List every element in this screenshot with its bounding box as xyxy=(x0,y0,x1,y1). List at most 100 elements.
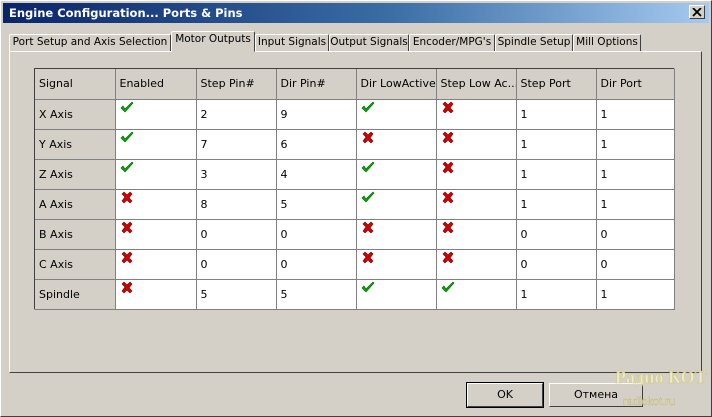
dir-port-cell[interactable]: 1 xyxy=(596,279,675,310)
step-port-cell[interactable]: 0 xyxy=(516,219,597,250)
enabled-cell[interactable] xyxy=(115,189,197,220)
enabled-cell[interactable] xyxy=(115,99,197,130)
green-check-icon xyxy=(120,101,133,112)
dir-low-active-cell[interactable] xyxy=(356,99,437,130)
table-row: C Axis 0 0 0 0 xyxy=(35,249,675,280)
red-cross-icon xyxy=(362,251,373,263)
step-port-cell[interactable]: 1 xyxy=(516,99,597,130)
step-low-active-cell[interactable] xyxy=(436,99,517,130)
dir-low-active-cell[interactable] xyxy=(356,279,437,310)
tab-label: Encoder/MPG's xyxy=(412,36,492,48)
row-signal-cell[interactable]: A Axis xyxy=(35,189,116,220)
step-low-active-cell[interactable] xyxy=(436,159,517,190)
step-pin-cell[interactable]: 2 xyxy=(196,99,277,130)
step-port-cell[interactable]: 0 xyxy=(516,249,597,280)
step-port-cell[interactable]: 1 xyxy=(516,159,597,190)
red-cross-icon xyxy=(121,251,132,263)
dir-pin-cell[interactable]: 9 xyxy=(276,99,357,130)
table-row: Y Axis 7 6 1 1 xyxy=(35,129,675,160)
dir-low-active-cell[interactable] xyxy=(356,189,437,220)
table-row: X Axis 2 9 1 1 xyxy=(35,99,675,130)
step-pin-cell[interactable]: 8 xyxy=(196,189,277,220)
dir-pin-cell[interactable]: 4 xyxy=(276,159,357,190)
row-signal-cell[interactable]: Z Axis xyxy=(35,159,116,190)
close-icon xyxy=(692,8,702,17)
dir-low-active-cell[interactable] xyxy=(356,249,437,280)
row-signal-cell[interactable]: Spindle xyxy=(35,279,116,310)
enabled-cell[interactable] xyxy=(115,129,197,160)
dir-port-cell[interactable]: 1 xyxy=(596,159,675,190)
dir-low-active-cell[interactable] xyxy=(356,219,437,250)
row-signal-cell[interactable]: X Axis xyxy=(35,99,116,130)
enabled-cell[interactable] xyxy=(115,249,197,280)
dir-pin-cell[interactable]: 0 xyxy=(276,219,357,250)
table-header-row: Signal Enabled Step Pin# Dir Pin# Dir Lo… xyxy=(35,69,675,100)
step-port-cell[interactable]: 1 xyxy=(516,279,597,310)
col-header-signal[interactable]: Signal xyxy=(35,69,116,100)
tab-label: Port Setup and Axis Selection xyxy=(12,36,168,48)
red-cross-icon xyxy=(121,221,132,233)
step-pin-cell[interactable]: 7 xyxy=(196,129,277,160)
tab-output-signals[interactable]: Output Signals xyxy=(329,34,409,51)
step-low-active-cell[interactable] xyxy=(436,249,517,280)
cancel-button[interactable]: Отмена xyxy=(549,383,643,407)
step-low-active-cell[interactable] xyxy=(436,129,517,160)
dir-port-cell[interactable]: 0 xyxy=(596,219,675,250)
step-low-active-cell[interactable] xyxy=(436,219,517,250)
tab-encoder-mpg[interactable]: Encoder/MPG's xyxy=(409,34,495,51)
dir-port-cell[interactable]: 1 xyxy=(596,99,675,130)
dir-port-cell[interactable]: 1 xyxy=(596,189,675,220)
col-header-dir-pin[interactable]: Dir Pin# xyxy=(276,69,357,100)
motor-outputs-table: Signal Enabled Step Pin# Dir Pin# Dir Lo… xyxy=(35,69,675,310)
enabled-cell[interactable] xyxy=(115,159,197,190)
step-port-cell[interactable]: 1 xyxy=(516,189,597,220)
green-check-icon xyxy=(361,161,374,172)
table-body: X Axis 2 9 1 1 Y Axis 7 6 1 1 Z Axis 3 4 1 1 A Axis 8 5 1 1… xyxy=(35,99,675,310)
enabled-cell[interactable] xyxy=(115,219,197,250)
tab-port-setup[interactable]: Port Setup and Axis Selection xyxy=(9,34,171,51)
dir-port-cell[interactable]: 0 xyxy=(596,249,675,280)
col-header-dir-port[interactable]: Dir Port xyxy=(596,69,675,100)
row-signal-cell[interactable]: Y Axis xyxy=(35,129,116,160)
col-header-dir-low-active[interactable]: Dir LowActive xyxy=(356,69,437,100)
dir-pin-cell[interactable]: 5 xyxy=(276,189,357,220)
green-check-icon xyxy=(361,281,374,292)
step-pin-cell[interactable]: 0 xyxy=(196,249,277,280)
tab-label: Input Signals xyxy=(257,36,327,48)
tab-label: Motor Outputs xyxy=(175,33,251,45)
green-check-icon xyxy=(120,131,133,142)
tab-motor-outputs[interactable]: Motor Outputs xyxy=(171,31,255,52)
dir-low-active-cell[interactable] xyxy=(356,129,437,160)
row-signal-cell[interactable]: B Axis xyxy=(35,219,116,250)
step-pin-cell[interactable]: 0 xyxy=(196,219,277,250)
close-button[interactable] xyxy=(689,5,705,19)
green-check-icon xyxy=(361,191,374,202)
dir-pin-cell[interactable]: 6 xyxy=(276,129,357,160)
step-pin-cell[interactable]: 3 xyxy=(196,159,277,190)
dir-low-active-cell[interactable] xyxy=(356,159,437,190)
col-header-enabled[interactable]: Enabled xyxy=(115,69,197,100)
dir-port-cell[interactable]: 1 xyxy=(596,129,675,160)
step-low-active-cell[interactable] xyxy=(436,189,517,220)
ok-button[interactable]: OK xyxy=(466,382,544,408)
step-port-cell[interactable]: 1 xyxy=(516,129,597,160)
enabled-cell[interactable] xyxy=(115,279,197,310)
tab-mill-options[interactable]: Mill Options xyxy=(573,34,641,51)
col-header-step-pin[interactable]: Step Pin# xyxy=(196,69,277,100)
tab-spindle-setup[interactable]: Spindle Setup xyxy=(495,34,573,51)
motor-outputs-grid: Signal Enabled Step Pin# Dir Pin# Dir Lo… xyxy=(34,68,675,310)
tab-label: Mill Options xyxy=(576,36,638,48)
tab-label: Output Signals xyxy=(330,36,408,48)
col-header-step-low-active[interactable]: Step Low Ac... xyxy=(436,69,517,100)
step-pin-cell[interactable]: 5 xyxy=(196,279,277,310)
dir-pin-cell[interactable]: 0 xyxy=(276,249,357,280)
green-check-icon xyxy=(120,161,133,172)
tab-input-signals[interactable]: Input Signals xyxy=(255,34,329,51)
red-cross-icon xyxy=(442,131,453,143)
col-header-step-port[interactable]: Step Port xyxy=(516,69,597,100)
row-signal-cell[interactable]: C Axis xyxy=(35,249,116,280)
tab-label: Spindle Setup xyxy=(497,36,571,48)
step-low-active-cell[interactable] xyxy=(436,279,517,310)
red-cross-icon xyxy=(442,221,453,233)
dir-pin-cell[interactable]: 5 xyxy=(276,279,357,310)
